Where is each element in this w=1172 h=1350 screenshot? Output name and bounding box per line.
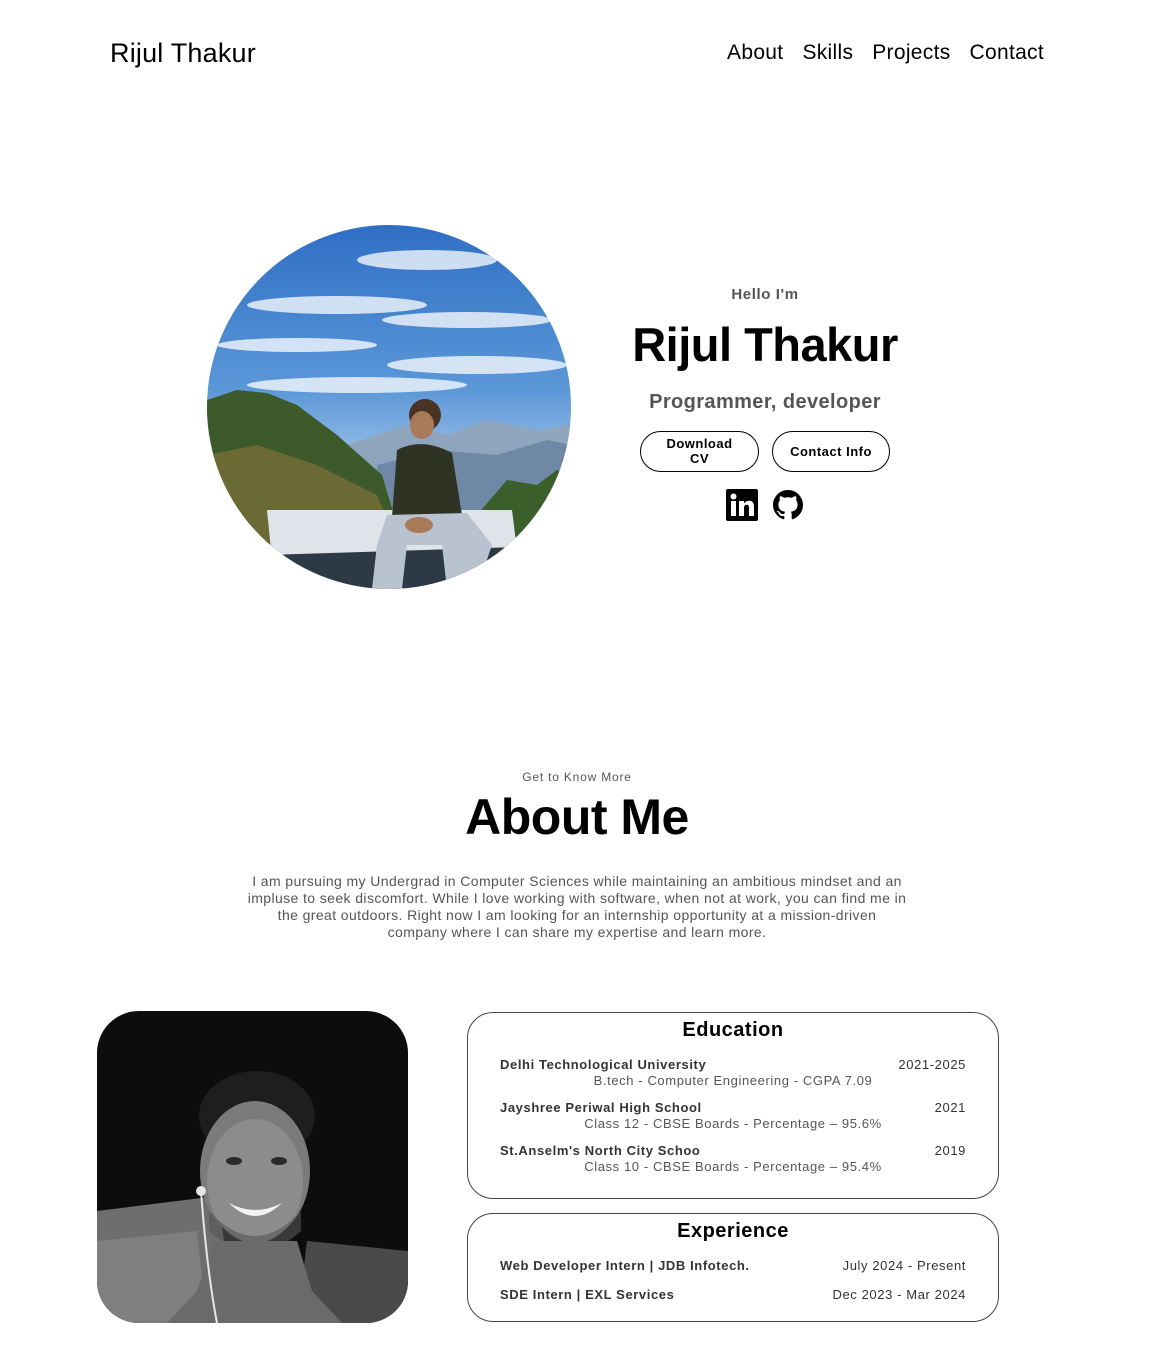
- nav-link-projects[interactable]: Projects: [872, 41, 950, 65]
- greeting-text: Hello I'm: [731, 286, 799, 303]
- school-name: St.Anselm's North City Schoo: [500, 1143, 701, 1158]
- top-navbar: Rijul Thakur About Skills Projects Conta…: [0, 0, 1172, 110]
- about-subtitle: Get to Know More: [522, 770, 632, 784]
- nav-link-skills[interactable]: Skills: [802, 41, 853, 65]
- school-detail: B.tech - Computer Engineering - CGPA 7.0…: [593, 1073, 873, 1088]
- education-list: Delhi Technological University 2021-2025…: [468, 1057, 998, 1174]
- profile-photo: [207, 225, 571, 589]
- hero-title: Programmer, developer: [649, 390, 881, 413]
- nav-link-contact[interactable]: Contact: [970, 41, 1044, 65]
- contact-info-button[interactable]: Contact Info: [772, 430, 890, 472]
- school-detail: Class 10 - CBSE Boards - Percentage – 95…: [584, 1159, 882, 1174]
- nav-link-about[interactable]: About: [727, 41, 783, 65]
- experience-period: Dec 2023 - Mar 2024: [832, 1287, 966, 1302]
- hero-buttons: Download CV Contact Info: [630, 430, 900, 472]
- nav-links: About Skills Projects Contact: [727, 41, 1044, 65]
- experience-title: Experience: [677, 1220, 789, 1242]
- education-item: Delhi Technological University 2021-2025…: [500, 1057, 966, 1088]
- about-title: About Me: [465, 789, 689, 845]
- about-photo: [97, 1011, 408, 1323]
- about-paragraph: I am pursuing my Undergrad in Computer S…: [247, 873, 907, 940]
- education-card: Education Delhi Technological University…: [467, 1012, 999, 1199]
- experience-list: Web Developer Intern | JDB Infotech. Jul…: [468, 1258, 998, 1302]
- school-years: 2019: [934, 1143, 966, 1158]
- linkedin-icon[interactable]: [726, 488, 758, 521]
- site-logo[interactable]: Rijul Thakur: [110, 38, 256, 69]
- school-detail: Class 12 - CBSE Boards - Percentage – 95…: [584, 1116, 882, 1131]
- education-title: Education: [682, 1019, 784, 1041]
- education-item: Jayshree Periwal High School 2021 Class …: [500, 1100, 966, 1131]
- school-name: Jayshree Periwal High School: [500, 1100, 702, 1115]
- experience-card: Experience Web Developer Intern | JDB In…: [467, 1213, 999, 1322]
- school-years: 2021: [934, 1100, 966, 1115]
- github-icon[interactable]: [772, 489, 804, 521]
- download-cv-button[interactable]: Download CV: [640, 430, 759, 472]
- experience-item: Web Developer Intern | JDB Infotech. Jul…: [500, 1258, 966, 1273]
- hero-name: Rijul Thakur: [632, 318, 898, 371]
- hero-intro: Hello I'm Rijul Thakur Programmer, devel…: [630, 280, 900, 521]
- school-name: Delhi Technological University: [500, 1057, 707, 1072]
- experience-period: July 2024 - Present: [842, 1258, 966, 1273]
- education-item: St.Anselm's North City Schoo 2019 Class …: [500, 1143, 966, 1174]
- experience-item: SDE Intern | EXL Services Dec 2023 - Mar…: [500, 1287, 966, 1302]
- school-years: 2021-2025: [898, 1057, 966, 1072]
- social-links: [630, 488, 900, 521]
